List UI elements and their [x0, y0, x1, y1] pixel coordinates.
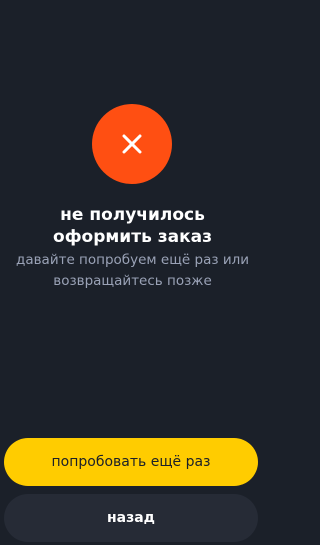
- error-status-badge: [92, 104, 172, 184]
- close-icon: [122, 134, 142, 154]
- error-subtitle: давайте попробуем ещё раз или возвращайт…: [15, 252, 249, 289]
- error-title: не получилось оформить заказ: [53, 205, 212, 247]
- retry-button[interactable]: попробовать ещё раз: [4, 438, 258, 486]
- error-screen: не получилось оформить заказ давайте поп…: [0, 0, 265, 545]
- back-button[interactable]: назад: [4, 494, 258, 542]
